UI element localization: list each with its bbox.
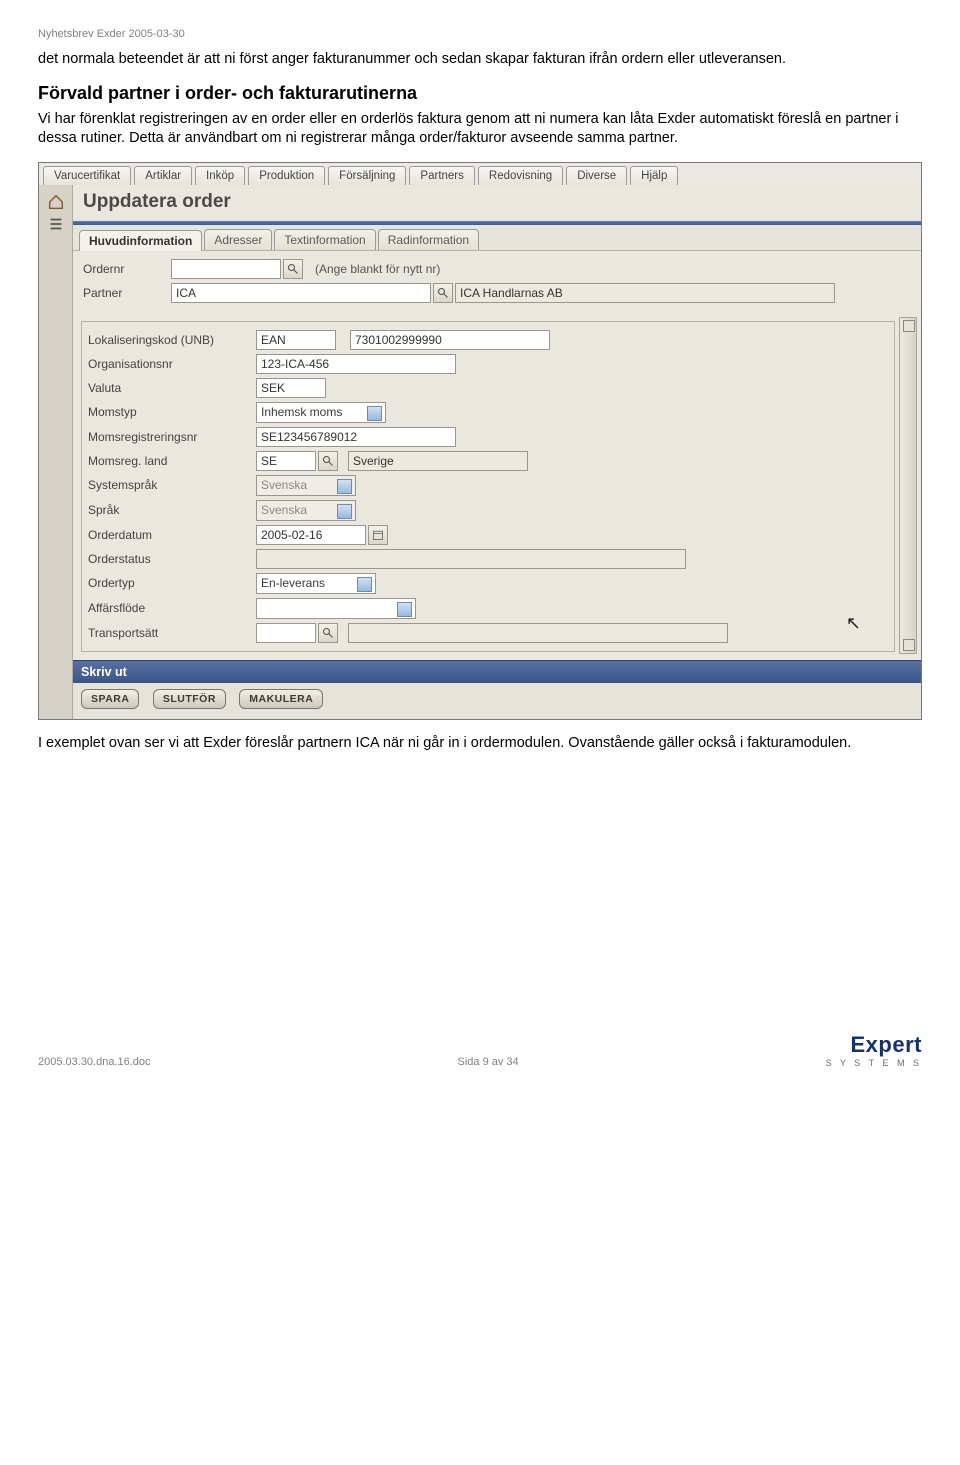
menu-varucertifikat[interactable]: Varucertifikat: [43, 166, 131, 185]
lookup-icon[interactable]: [433, 283, 453, 303]
menu-produktion[interactable]: Produktion: [248, 166, 325, 185]
tab-huvudinformation[interactable]: Huvudinformation: [79, 230, 202, 251]
lookup-icon[interactable]: [318, 451, 338, 471]
top-menubar: Varucertifikat Artiklar Inköp Produktion…: [39, 163, 921, 185]
transport-input[interactable]: [256, 623, 316, 643]
org-input[interactable]: [256, 354, 456, 374]
unb-label: Lokaliseringskod (UNB): [86, 333, 256, 347]
vertical-scrollbar[interactable]: [899, 317, 917, 654]
menu-inkop[interactable]: Inköp: [195, 166, 245, 185]
unb-code-input[interactable]: [256, 330, 336, 350]
footer-logo: Expert S Y S T E M S: [826, 1032, 922, 1068]
ordernr-input[interactable]: [171, 259, 281, 279]
orderdatum-input[interactable]: [256, 525, 366, 545]
save-button[interactable]: SPARA: [81, 689, 139, 709]
menu-partners[interactable]: Partners: [409, 166, 474, 185]
momsreg-label: Momsregistreringsnr: [86, 430, 256, 444]
valuta-label: Valuta: [86, 381, 256, 395]
orderstatus-label: Orderstatus: [86, 552, 256, 566]
menu-forsaljning[interactable]: Försäljning: [328, 166, 406, 185]
page-header-note: Nyhetsbrev Exder 2005-03-30: [38, 28, 922, 40]
page-title: Uppdatera order: [73, 185, 921, 221]
partner-input[interactable]: [171, 283, 431, 303]
heading-2: Förvald partner i order- och fakturaruti…: [38, 83, 922, 104]
tab-adresser[interactable]: Adresser: [204, 229, 272, 250]
valuta-input[interactable]: [256, 378, 326, 398]
momsland-label: Momsreg. land: [86, 454, 256, 468]
calendar-icon[interactable]: [368, 525, 388, 545]
orderdatum-label: Orderdatum: [86, 528, 256, 542]
syssprak-select: Svenska: [256, 475, 356, 496]
menu-artiklar[interactable]: Artiklar: [134, 166, 192, 185]
footer-filename: 2005.03.30.dna.16.doc: [38, 1056, 151, 1068]
print-section-header[interactable]: Skriv ut: [73, 660, 921, 683]
list-icon[interactable]: [47, 215, 65, 231]
cancel-button[interactable]: MAKULERA: [239, 689, 323, 709]
paragraph-1: det normala beteendet är att ni först an…: [38, 50, 922, 69]
momsland-name: [348, 451, 528, 471]
app-screenshot: Varucertifikat Artiklar Inköp Produktion…: [38, 162, 922, 720]
sprak-select: Svenska: [256, 500, 356, 521]
momstyp-label: Momstyp: [86, 405, 256, 419]
transport-label: Transportsätt: [86, 626, 256, 640]
menu-diverse[interactable]: Diverse: [566, 166, 627, 185]
ordertyp-label: Ordertyp: [86, 576, 256, 590]
momsland-code-input[interactable]: [256, 451, 316, 471]
footer-page-num: Sida 9 av 34: [458, 1056, 519, 1068]
org-label: Organisationsnr: [86, 357, 256, 371]
momstyp-select[interactable]: Inhemsk moms: [256, 402, 386, 423]
logo-tagline: S Y S T E M S: [826, 1058, 922, 1068]
transport-name: [348, 623, 728, 643]
action-buttons-bar: SPARA SLUTFÖR MAKULERA: [73, 683, 921, 719]
lookup-icon[interactable]: [283, 259, 303, 279]
orderstatus-display: [256, 549, 686, 569]
affar-label: Affärsflöde: [86, 601, 256, 615]
ordernr-hint: (Ange blankt för nytt nr): [315, 262, 440, 276]
sprak-label: Språk: [86, 503, 256, 517]
sub-tabs: Huvudinformation Adresser Textinformatio…: [73, 225, 921, 251]
logo-brand: Expert: [826, 1032, 922, 1058]
unb-value-input[interactable]: [350, 330, 550, 350]
partner-label: Partner: [81, 286, 171, 300]
syssprak-label: Systemspråk: [86, 478, 256, 492]
ordernr-label: Ordernr: [81, 262, 171, 276]
left-rail: [39, 185, 73, 719]
tab-textinformation[interactable]: Textinformation: [274, 229, 375, 250]
paragraph-3: I exemplet ovan ser vi att Exder föreslå…: [38, 734, 922, 753]
lookup-icon[interactable]: [318, 623, 338, 643]
paragraph-2: Vi har förenklat registreringen av en or…: [38, 110, 922, 148]
menu-redovisning[interactable]: Redovisning: [478, 166, 563, 185]
tab-radinformation[interactable]: Radinformation: [378, 229, 479, 250]
partner-name-display: [455, 283, 835, 303]
momsreg-input[interactable]: [256, 427, 456, 447]
menu-hjalp[interactable]: Hjälp: [630, 166, 678, 185]
home-icon[interactable]: [47, 193, 65, 209]
ordertyp-select[interactable]: En-leverans: [256, 573, 376, 594]
affar-select[interactable]: [256, 598, 416, 619]
finish-button[interactable]: SLUTFÖR: [153, 689, 226, 709]
